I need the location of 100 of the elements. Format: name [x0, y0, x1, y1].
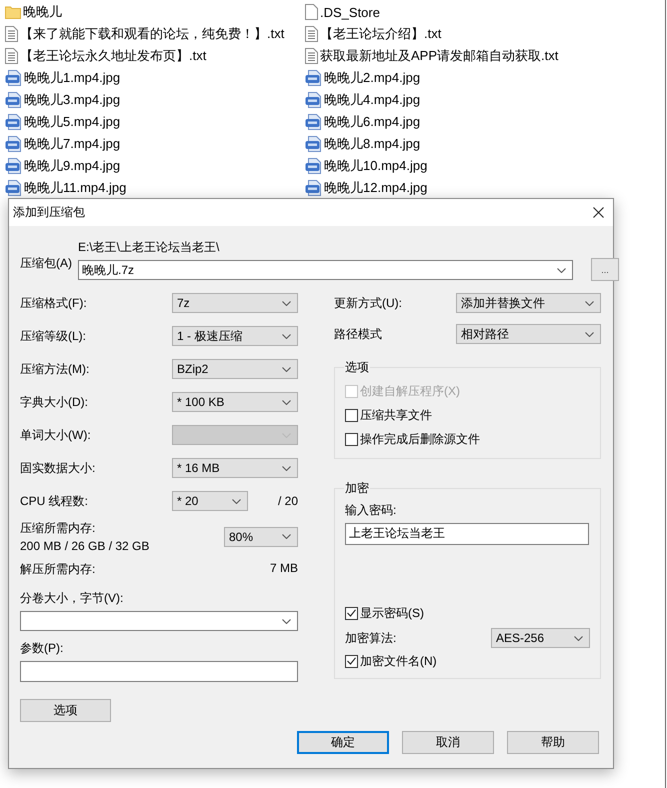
setting-label: 压缩方法(M): — [20, 360, 90, 378]
file-name[interactable]: 晚晚儿 — [23, 3, 62, 21]
checkbox-label: 创建自解压程序(X) — [360, 382, 460, 400]
checkbox[interactable] — [345, 606, 358, 620]
image-file-icon — [305, 158, 322, 174]
dialog-button[interactable]: 取消 — [402, 731, 494, 754]
archive-path: E:\老王\上老王论坛当老王\ — [78, 239, 220, 256]
setting-label: 压缩所需内存: — [20, 520, 96, 537]
image-file-icon — [305, 92, 322, 108]
checkbox[interactable] — [345, 408, 358, 422]
text-file-icon — [305, 26, 318, 42]
archive-label: 压缩包(A) — [20, 255, 73, 272]
volume-size-label: 分卷大小，字节(V): — [20, 590, 124, 607]
memory-value: 200 MB / 26 GB / 32 GB — [20, 539, 150, 553]
image-file-icon — [305, 180, 322, 196]
setting-label: CPU 线程数: — [20, 492, 90, 510]
image-file-icon — [5, 92, 22, 108]
archive-name-combo[interactable]: 晚晚儿.7z — [78, 260, 573, 280]
check-icon — [347, 609, 356, 617]
checkbox-label: 加密文件名(N) — [360, 652, 437, 670]
group-title: 加密 — [344, 480, 370, 497]
image-file-icon — [305, 70, 322, 86]
setting-label: 单词大小(W): — [20, 426, 92, 444]
setting-label: 更新方式(U): — [334, 294, 403, 312]
file-name[interactable]: 晚晚儿7.mp4.jpg — [24, 135, 120, 153]
caret-icon — [282, 300, 291, 306]
close-icon — [592, 207, 604, 218]
image-file-icon — [305, 136, 322, 152]
thread-total: / 20 — [278, 494, 298, 508]
browse-button[interactable]: ... — [591, 258, 619, 281]
setting-combo[interactable]: 1 - 极速压缩 — [172, 326, 298, 346]
file-name[interactable]: 晚晚儿11.mp4.jpg — [24, 179, 126, 197]
file-name[interactable]: 晚晚儿10.mp4.jpg — [324, 157, 428, 175]
checkbox-label: 压缩共享文件 — [360, 406, 432, 424]
file-name[interactable]: 获取最新地址及APP请发邮箱自动获取.txt — [320, 47, 558, 65]
caret-icon — [282, 366, 291, 372]
caret-icon — [232, 498, 241, 504]
setting-combo[interactable]: 7z — [172, 293, 298, 313]
image-file-icon — [5, 136, 22, 152]
folder-icon — [5, 5, 21, 19]
image-file-icon — [5, 158, 22, 174]
image-file-icon — [5, 180, 22, 196]
setting-combo[interactable]: BZip2 — [172, 359, 298, 379]
options-button[interactable]: 选项 — [20, 699, 111, 722]
file-name[interactable]: 晚晚儿1.mp4.jpg — [24, 69, 120, 87]
password-field[interactable]: 上老王论坛当老王 — [345, 523, 589, 545]
setting-label: 路径模式 — [334, 326, 383, 342]
setting-label: 压缩格式(F): — [20, 294, 88, 312]
checkbox[interactable] — [345, 432, 358, 446]
caret-icon — [282, 334, 291, 338]
file-name[interactable]: 晚晚儿6.mp4.jpg — [324, 113, 420, 131]
checkbox-label: 显示密码(S) — [360, 604, 424, 622]
image-file-icon — [305, 114, 322, 130]
file-name[interactable]: 【来了就能下载和观看的论坛，纯免费！】.txt — [20, 25, 284, 43]
checkbox-label: 操作完成后删除源文件 — [360, 430, 480, 448]
text-file-icon — [5, 48, 18, 64]
file-name[interactable]: 晚晚儿3.mp4.jpg — [24, 91, 120, 109]
caret-icon — [557, 268, 566, 272]
checkbox[interactable] — [345, 654, 358, 668]
caret-icon — [282, 534, 291, 539]
password-label: 输入密码: — [345, 502, 398, 519]
memory-usage-combo[interactable]: 80% — [224, 526, 298, 546]
file-name[interactable]: 【老王论坛介绍】.txt — [320, 25, 442, 43]
dialog-button[interactable]: 帮助 — [507, 731, 599, 754]
caret-icon — [282, 618, 291, 624]
caret-icon — [574, 636, 583, 640]
file-name[interactable]: 晚晚儿5.mp4.jpg — [24, 113, 120, 131]
memory-value: 7 MB — [270, 561, 298, 577]
parameters-label: 参数(P): — [20, 640, 64, 657]
setting-combo[interactable]: * 16 MB — [172, 458, 298, 478]
file-name[interactable]: 晚晚儿8.mp4.jpg — [324, 135, 420, 153]
window-title: 添加到压缩包 — [13, 204, 85, 221]
caret-icon — [282, 400, 291, 404]
encryption-method-combo[interactable]: AES-256 — [491, 628, 590, 648]
volume-size-combo[interactable] — [20, 611, 298, 631]
setting-combo[interactable]: * 100 KB — [172, 392, 298, 412]
path-mode-combo[interactable]: 相对路径 — [456, 324, 601, 344]
check-icon — [347, 657, 356, 665]
file-name[interactable]: 晚晚儿12.mp4.jpg — [324, 179, 428, 197]
setting-label: 字典大小(D): — [20, 394, 89, 410]
dialog-button[interactable]: 确定 — [297, 731, 389, 754]
caret-icon — [585, 332, 594, 336]
image-file-icon — [5, 70, 22, 86]
threads-combo[interactable]: * 20 — [172, 491, 248, 511]
setting-label: 固实数据大小: — [20, 460, 96, 476]
caret-icon — [282, 466, 291, 470]
file-name[interactable]: 【老王论坛永久地址发布页】.txt — [20, 47, 206, 65]
text-file-icon — [305, 48, 318, 64]
file-name[interactable]: .DS_Store — [320, 4, 380, 20]
file-name[interactable]: 晚晚儿9.mp4.jpg — [24, 157, 120, 175]
image-file-icon — [5, 114, 22, 130]
update-mode-combo[interactable]: 添加并替换文件 — [456, 293, 601, 313]
parameters-field[interactable] — [20, 661, 298, 682]
file-name[interactable]: 晚晚儿2.mp4.jpg — [324, 69, 420, 87]
document-icon — [305, 4, 318, 20]
caret-icon — [585, 300, 594, 306]
file-name[interactable]: 晚晚儿4.mp4.jpg — [324, 91, 420, 109]
setting-label: 压缩等级(L): — [20, 328, 87, 344]
group-title: 选项 — [344, 359, 370, 376]
text-file-icon — [5, 26, 18, 42]
